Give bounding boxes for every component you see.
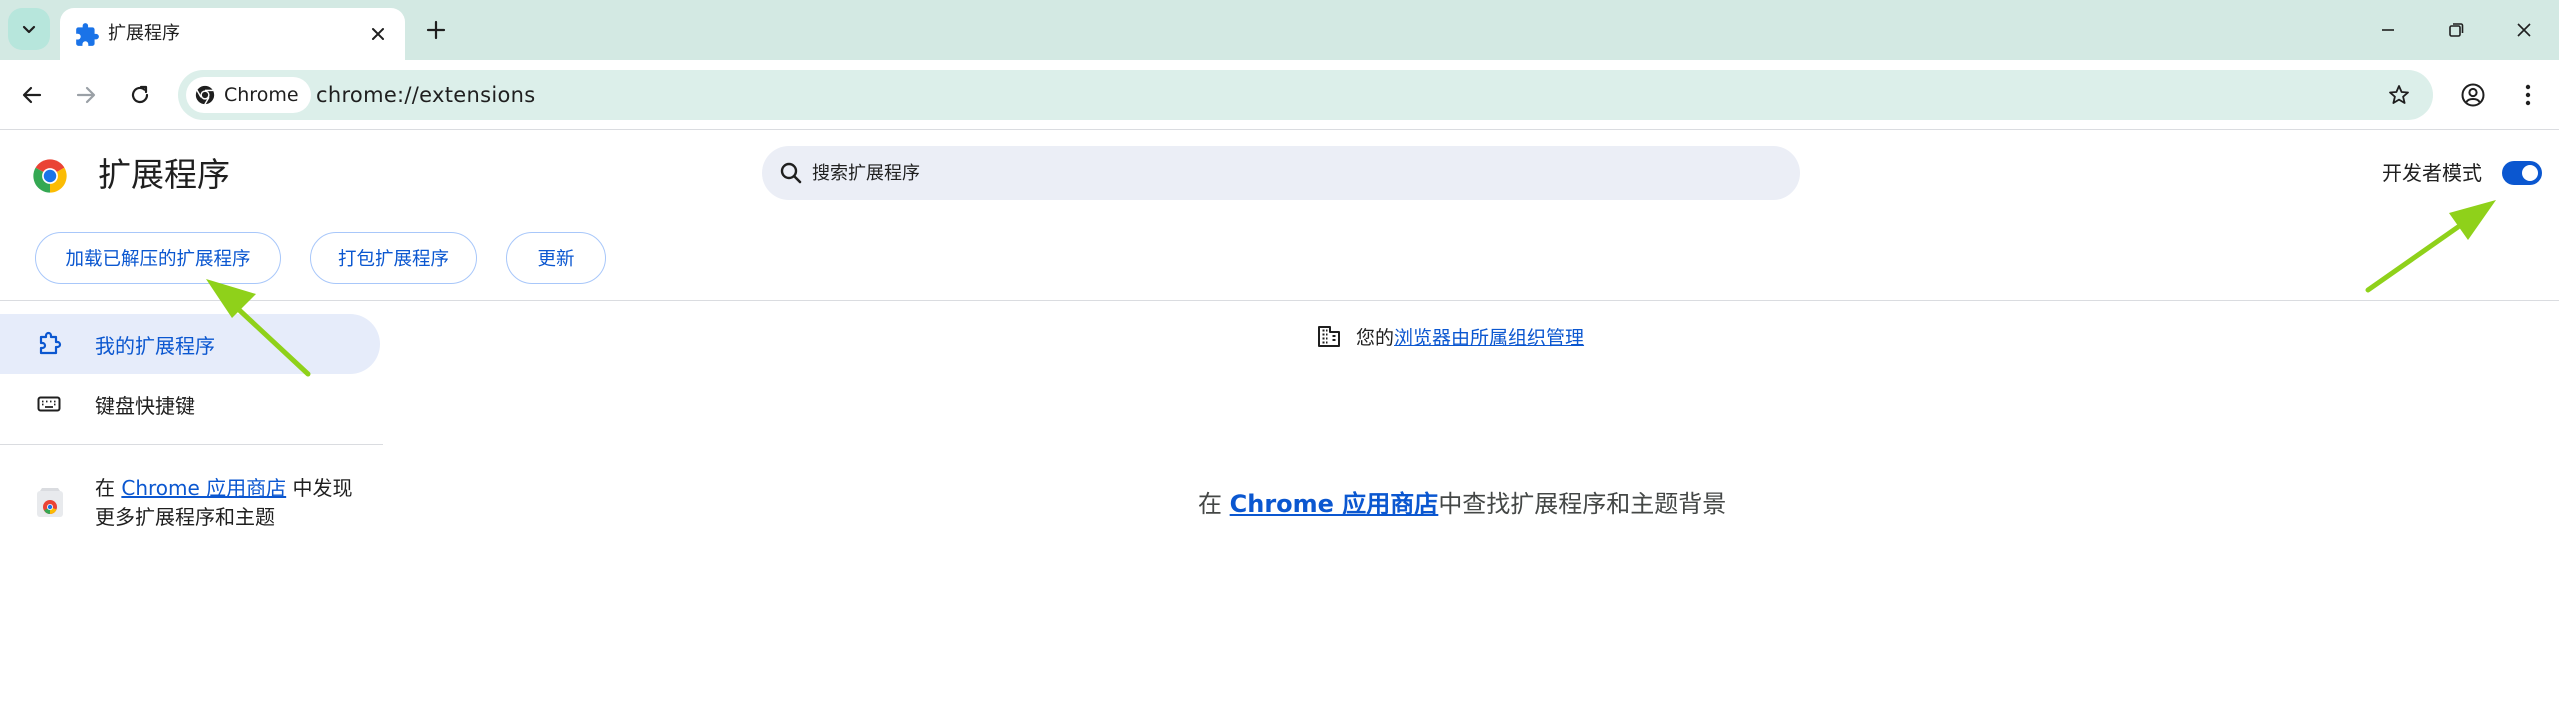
minimize-icon — [2382, 29, 2394, 31]
search-icon — [780, 162, 802, 184]
arrow-right-icon — [76, 86, 96, 104]
forward-button[interactable] — [66, 75, 106, 115]
toolbar: Chrome chrome://extensions — [0, 60, 2559, 130]
account-icon — [2461, 83, 2485, 107]
url-text[interactable]: chrome://extensions — [316, 82, 536, 108]
site-info-chip[interactable]: Chrome — [186, 77, 311, 113]
managed-by-org-link[interactable]: 浏览器由所属组织管理 — [1394, 323, 1584, 350]
search-input[interactable] — [812, 152, 1772, 194]
tab-title: 扩展程序 — [108, 23, 180, 44]
close-icon — [2517, 23, 2531, 37]
extension-icon — [39, 331, 62, 355]
puzzle-icon — [76, 23, 99, 46]
web-store-promo: 在 Chrome 应用商店 中发现更多扩展程序和主题 — [95, 474, 355, 532]
empty-suffix: 中查找扩展程序和主题背景 — [1438, 490, 1727, 518]
arrow-left-icon — [22, 86, 42, 104]
restore-button[interactable] — [2438, 12, 2474, 48]
star-icon — [2389, 85, 2409, 104]
chevron-down-icon — [22, 25, 36, 34]
active-tab[interactable]: 扩展程序 — [60, 8, 405, 60]
developer-mode-toggle[interactable] — [2502, 161, 2542, 185]
page-title: 扩展程序 — [98, 155, 230, 194]
web-store-icon — [37, 488, 63, 517]
tab-strip: 扩展程序 — [0, 0, 2559, 60]
sidebar-item-label: 我的扩展程序 — [95, 333, 215, 358]
pack-extension-button[interactable]: 打包扩展程序 — [310, 232, 477, 284]
profile-button[interactable] — [2455, 77, 2491, 113]
toggle-knob — [2522, 165, 2538, 181]
update-button[interactable]: 更新 — [506, 232, 606, 284]
managed-notice: 您的 浏览器由所属组织管理 — [1316, 320, 1584, 352]
empty-state-message: 在 Chrome 应用商店中查找扩展程序和主题背景 — [1198, 487, 1726, 521]
empty-prefix: 在 — [1198, 490, 1230, 518]
store-prefix: 在 — [95, 476, 122, 500]
managed-prefix: 您的 — [1356, 326, 1395, 349]
arrow-to-developer-toggle — [2365, 200, 2496, 293]
sidebar-item-my-extensions[interactable]: 我的扩展程序 — [0, 314, 380, 374]
load-unpacked-button[interactable]: 加载已解压的扩展程序 — [35, 232, 281, 284]
back-button[interactable] — [12, 75, 52, 115]
tab-close-button[interactable] — [365, 21, 391, 47]
search-box[interactable] — [762, 146, 1800, 200]
bookmark-button[interactable] — [2383, 79, 2415, 111]
address-bar[interactable]: Chrome chrome://extensions — [178, 70, 2433, 120]
sidebar-divider — [0, 444, 383, 445]
keyboard-icon — [37, 396, 61, 412]
minimize-button[interactable] — [2370, 12, 2406, 48]
chrome-web-store-link[interactable]: Chrome 应用商店 — [1230, 490, 1439, 518]
chrome-web-store-link[interactable]: Chrome 应用商店 — [121, 476, 286, 500]
window-close-button[interactable] — [2506, 12, 2542, 48]
menu-button[interactable] — [2510, 77, 2546, 113]
more-vert-icon — [2525, 84, 2531, 106]
site-chip-label: Chrome — [224, 84, 299, 106]
close-icon — [372, 28, 384, 40]
tab-search-button[interactable] — [8, 8, 50, 50]
restore-icon — [2449, 23, 2464, 37]
chrome-icon — [195, 85, 215, 105]
developer-mode-label: 开发者模式 — [2382, 161, 2482, 185]
sidebar-item-label: 键盘快捷键 — [95, 393, 195, 418]
reload-button[interactable] — [120, 75, 160, 115]
header-divider — [0, 300, 2559, 301]
new-tab-button[interactable] — [420, 14, 452, 46]
building-icon — [1318, 326, 1340, 347]
reload-icon — [131, 85, 149, 104]
plus-icon — [426, 20, 446, 40]
chrome-logo-icon — [33, 159, 67, 193]
sidebar-item-keyboard-shortcuts[interactable]: 键盘快捷键 — [0, 374, 380, 434]
